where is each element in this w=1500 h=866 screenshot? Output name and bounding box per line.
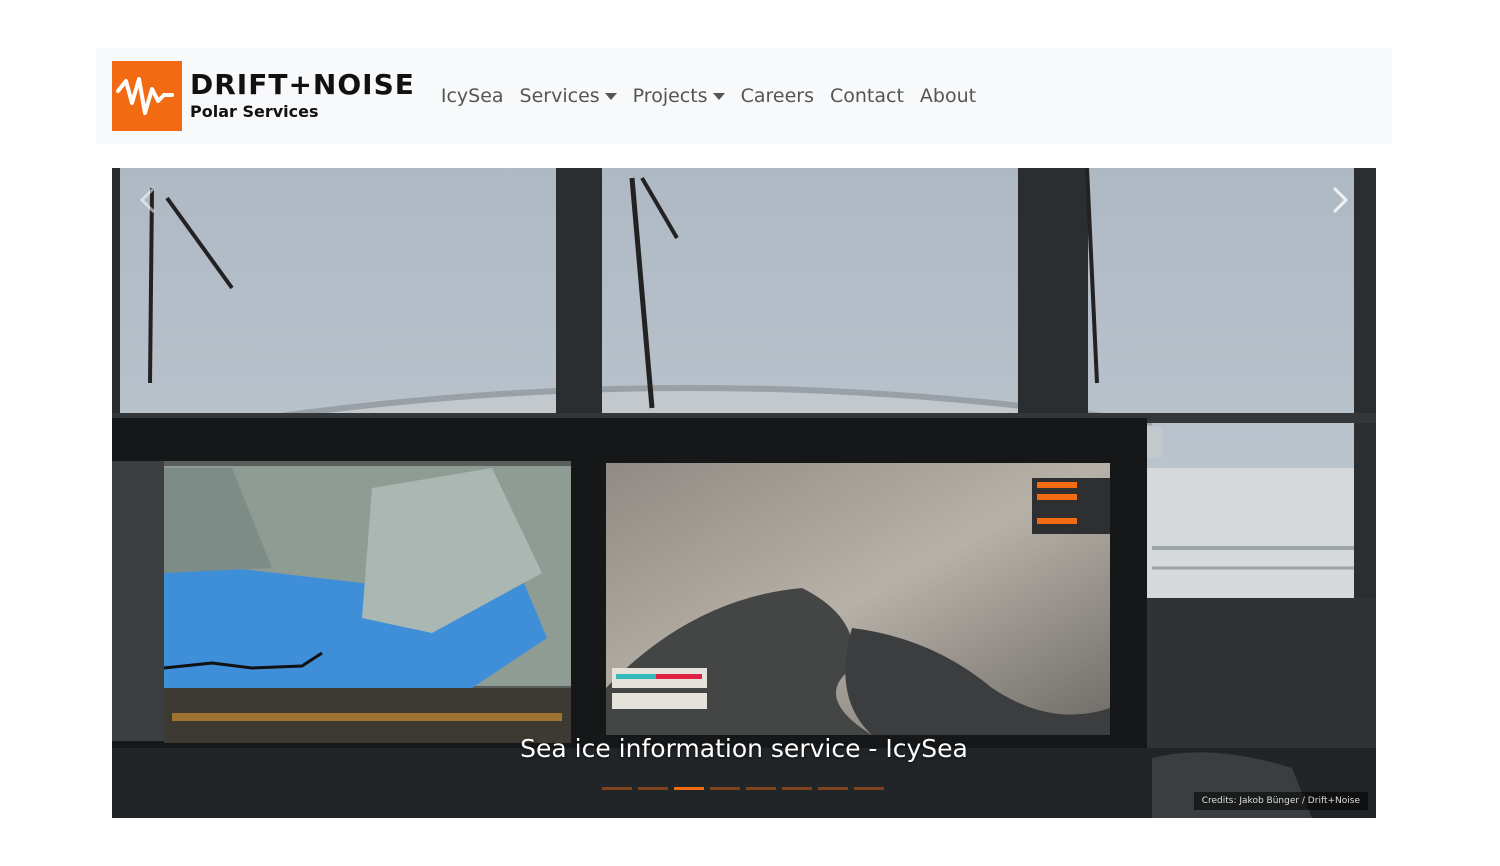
caret-down-icon [712, 92, 725, 100]
nav-dropdown-services[interactable]: Services [512, 85, 625, 107]
carousel-indicator[interactable] [602, 787, 632, 790]
image-credits: Credits: Jakob Bünger / Drift+Noise [1193, 792, 1368, 810]
nav-label: Projects [632, 85, 708, 107]
caret-down-icon [604, 92, 617, 100]
nav-label: Services [519, 85, 600, 107]
nav-link-icysea[interactable]: IcySea [433, 85, 512, 107]
navbar: DRIFT+NOISE Polar Services IcySea Servic… [96, 48, 1392, 144]
nav-label: IcySea [440, 85, 504, 107]
nav-label: Contact [829, 85, 904, 107]
waveform-logo-icon [112, 61, 182, 131]
brand-title: DRIFT+NOISE [190, 68, 415, 101]
carousel-indicator[interactable] [746, 787, 776, 790]
nav-dropdown-projects[interactable]: Projects [625, 85, 733, 107]
slide-image-ship-bridge [112, 168, 1376, 818]
carousel-caption: Sea ice information service - IcySea [520, 734, 968, 763]
brand-home-link[interactable]: DRIFT+NOISE Polar Services [112, 61, 415, 131]
carousel-next-button[interactable] [1320, 180, 1360, 220]
nav-label: Careers [740, 85, 814, 107]
nav-label: About [919, 85, 977, 107]
carousel-indicator[interactable] [818, 787, 848, 790]
carousel-indicator[interactable] [854, 787, 884, 790]
carousel-indicator[interactable] [710, 787, 740, 790]
nav-link-contact[interactable]: Contact [822, 85, 912, 107]
carousel-indicators [602, 787, 884, 790]
nav-link-about[interactable]: About [912, 85, 984, 107]
carousel-indicator-active[interactable] [674, 787, 704, 790]
carousel-prev-button[interactable] [128, 180, 168, 220]
chevron-right-icon [1332, 186, 1349, 214]
hero-carousel: Sea ice information service - IcySea Cre… [112, 168, 1376, 818]
carousel-indicator[interactable] [782, 787, 812, 790]
carousel-indicator[interactable] [638, 787, 668, 790]
main-nav: IcySea Services Projects Careers Contact… [433, 85, 984, 107]
brand-text: DRIFT+NOISE Polar Services [190, 70, 415, 122]
nav-link-careers[interactable]: Careers [733, 85, 822, 107]
brand-subtitle: Polar Services [190, 102, 319, 121]
chevron-left-icon [139, 186, 156, 214]
